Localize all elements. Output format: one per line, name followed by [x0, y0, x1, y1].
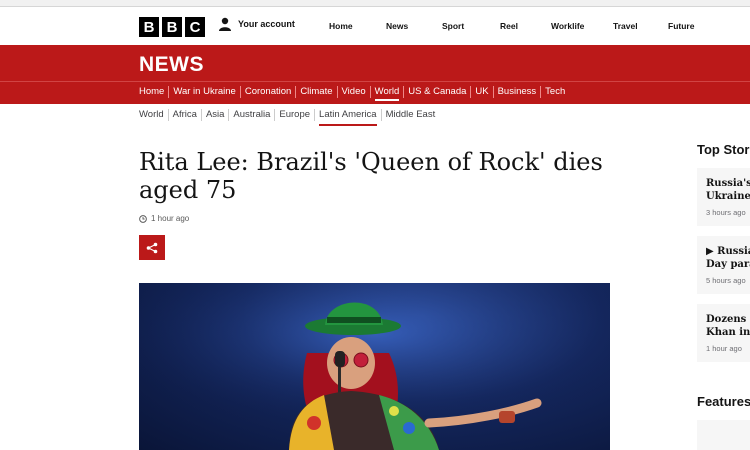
story-time: 1 hour ago	[706, 344, 742, 353]
global-header: B B C Your account Home News Sport Reel …	[0, 7, 750, 46]
news-banner	[0, 45, 750, 81]
divider	[274, 109, 276, 121]
user-icon	[219, 17, 231, 31]
divider	[369, 86, 371, 98]
article-hero-image	[139, 283, 610, 450]
global-nav-future[interactable]: Future	[668, 21, 694, 31]
top-story-card[interactable]: ▶ Russia Day para 5 hours ago	[697, 236, 750, 294]
top-stories-title: Top Stor	[697, 142, 750, 157]
global-nav-reel[interactable]: Reel	[500, 21, 518, 31]
divider	[239, 86, 241, 98]
performer-illustration	[139, 283, 610, 450]
logo-letter: C	[185, 17, 205, 37]
timestamp-text: 1 hour ago	[151, 214, 190, 223]
divider	[314, 109, 316, 121]
sub-nav-item-active[interactable]: Latin America	[319, 109, 377, 126]
divider	[200, 109, 202, 121]
divider	[403, 86, 405, 98]
top-story-card[interactable]: Russia's Ukraine 3 hours ago	[697, 168, 750, 226]
feature-card[interactable]	[697, 420, 750, 450]
story-line: Khan in	[706, 327, 750, 338]
divider	[295, 86, 297, 98]
article-headline: Rita Lee: Brazil's 'Queen of Rock' dies …	[139, 148, 603, 204]
story-time: 3 hours ago	[706, 208, 746, 217]
section-nav: Home War in Ukraine Coronation Climate V…	[0, 81, 750, 104]
section-nav-item[interactable]: War in Ukraine	[173, 86, 235, 101]
global-nav-home[interactable]: Home	[329, 21, 353, 31]
sub-nav: World Africa Asia Australia Europe Latin…	[139, 109, 435, 126]
story-line: Russia's	[706, 178, 750, 189]
story-time: 5 hours ago	[706, 276, 746, 285]
global-nav-sport[interactable]: Sport	[442, 21, 464, 31]
section-nav-item[interactable]: Business	[498, 86, 537, 101]
top-story-card[interactable]: Dozens o Khan in 1 hour ago	[697, 304, 750, 362]
divider	[380, 109, 382, 121]
section-nav-item[interactable]: Climate	[300, 86, 332, 101]
account-link[interactable]: Your account	[218, 17, 295, 31]
sub-nav-item[interactable]: Asia	[206, 109, 224, 126]
sub-nav-item[interactable]: Australia	[233, 109, 270, 126]
divider	[228, 109, 230, 121]
sub-nav-item[interactable]: World	[139, 109, 164, 126]
divider	[540, 86, 542, 98]
news-logo[interactable]: NEWS	[139, 53, 204, 77]
story-line: Day para	[706, 259, 750, 270]
section-nav-item[interactable]: Home	[139, 86, 164, 101]
bbc-logo[interactable]: B B C	[139, 17, 205, 37]
article-timestamp: 1 hour ago	[139, 214, 189, 223]
section-nav-item[interactable]: UK	[475, 86, 488, 101]
divider	[336, 86, 338, 98]
divider	[168, 86, 170, 98]
story-line: Ukraine	[706, 191, 750, 202]
section-nav-item[interactable]: Tech	[545, 86, 565, 101]
features-title: Features	[697, 394, 750, 409]
share-button[interactable]	[139, 235, 165, 260]
global-nav-news[interactable]: News	[386, 21, 408, 31]
section-nav-item[interactable]: Video	[342, 86, 366, 101]
section-nav-item[interactable]: Coronation	[245, 86, 291, 101]
story-line: Dozens o	[706, 314, 750, 325]
logo-letter: B	[162, 17, 182, 37]
divider	[492, 86, 494, 98]
clock-icon	[139, 214, 147, 223]
share-icon	[146, 242, 158, 253]
global-nav-travel[interactable]: Travel	[613, 21, 638, 31]
sub-nav-item[interactable]: Europe	[279, 109, 310, 126]
browser-chrome-strip	[0, 0, 750, 7]
account-label: Your account	[238, 19, 295, 29]
story-line: ▶ Russia	[706, 246, 750, 257]
divider	[167, 109, 169, 121]
sub-nav-item[interactable]: Middle East	[386, 109, 436, 126]
divider	[470, 86, 472, 98]
global-nav-worklife[interactable]: Worklife	[551, 21, 584, 31]
section-nav-item-active[interactable]: World	[374, 86, 400, 101]
logo-letter: B	[139, 17, 159, 37]
sub-nav-item[interactable]: Africa	[173, 109, 197, 126]
section-nav-item[interactable]: US & Canada	[408, 86, 466, 101]
